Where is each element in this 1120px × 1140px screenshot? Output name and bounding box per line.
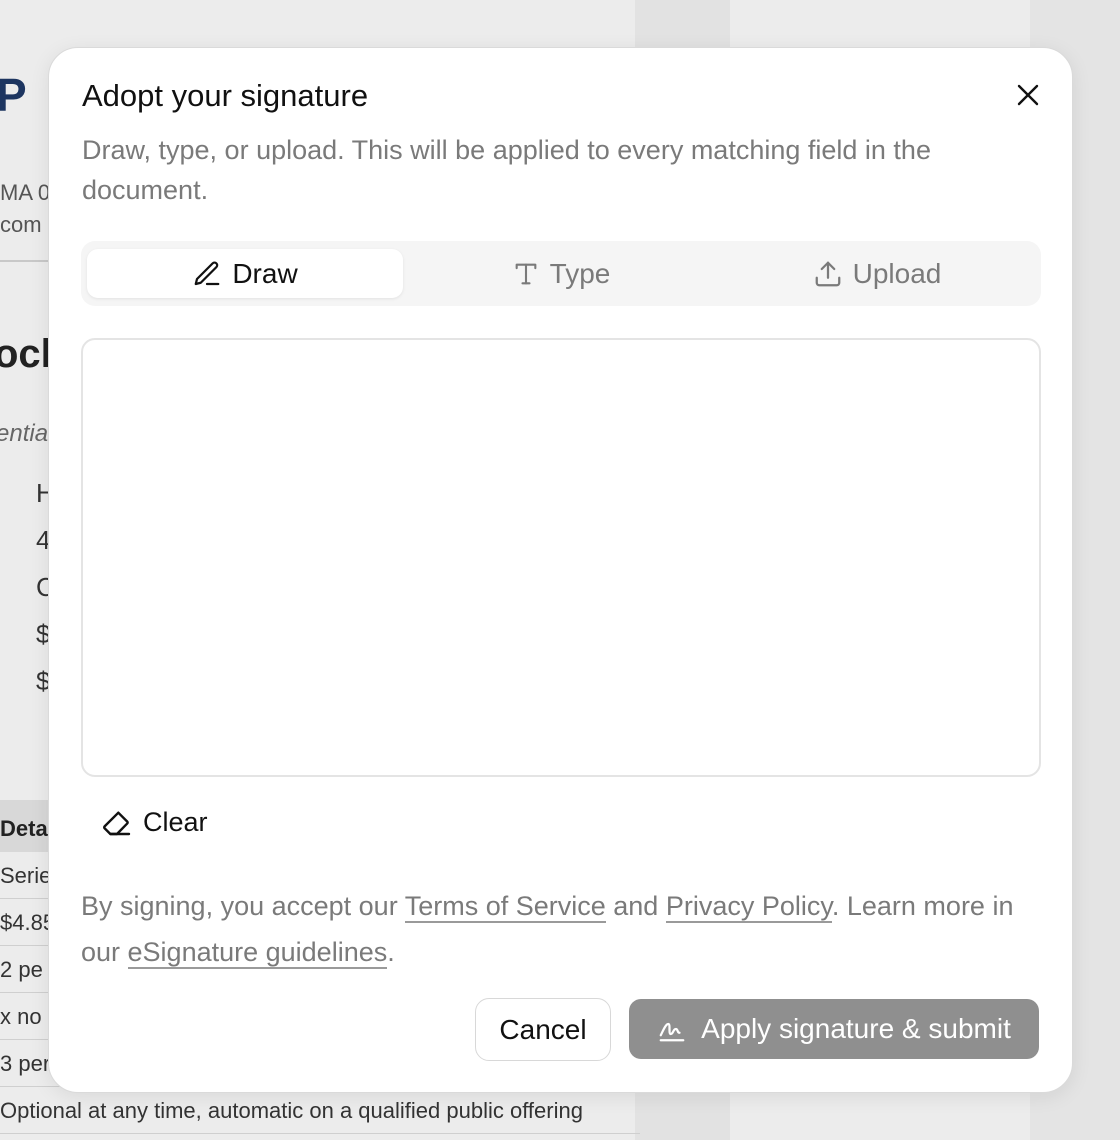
pen-icon <box>194 260 220 285</box>
legal-notice: By signing, you accept our Terms of Serv… <box>81 883 1051 975</box>
tab-upload-label: Upload <box>852 257 942 289</box>
background-logo: P <box>0 69 27 121</box>
tab-type[interactable]: Type <box>403 249 719 298</box>
background-address-line: com <box>0 212 42 237</box>
tab-upload[interactable]: Upload <box>719 249 1035 298</box>
privacy-policy-link[interactable]: Privacy Policy <box>665 891 832 923</box>
clear-button[interactable]: Clear <box>101 800 208 844</box>
cancel-button[interactable]: Cancel <box>475 998 611 1061</box>
apply-label: Apply signature & submit <box>701 1013 1011 1044</box>
apply-signature-button[interactable]: Apply signature & submit <box>629 999 1039 1059</box>
tab-draw-label: Draw <box>232 257 298 289</box>
close-icon <box>1017 84 1039 106</box>
legal-suffix: . <box>387 937 395 967</box>
background-italic-text: entia <box>0 420 49 447</box>
upload-icon <box>815 261 840 286</box>
legal-prefix: By signing, you accept our <box>81 891 405 921</box>
text-icon <box>515 263 537 284</box>
signature-method-tabs: Draw Type Upload <box>81 241 1041 306</box>
table-row: Optional at any time, automatic on a qua… <box>0 1087 640 1134</box>
signature-icon <box>659 1022 685 1042</box>
tab-type-label: Type <box>549 257 611 289</box>
close-button[interactable] <box>1011 78 1045 112</box>
dialog-title: Adopt your signature <box>82 78 369 113</box>
cancel-label: Cancel <box>499 1013 587 1045</box>
esignature-guidelines-link[interactable]: eSignature guidelines <box>127 937 388 969</box>
signature-dialog: Adopt your signature Draw, type, or uplo… <box>48 47 1073 1093</box>
eraser-icon <box>103 811 131 836</box>
dialog-description: Draw, type, or upload. This will be appl… <box>82 135 931 205</box>
terms-of-service-link[interactable]: Terms of Service <box>404 891 606 923</box>
clear-label: Clear <box>143 806 208 837</box>
background-address-line: MA 0 <box>0 180 51 205</box>
legal-and: and <box>605 891 666 921</box>
tab-draw[interactable]: Draw <box>87 249 403 298</box>
signature-drawing-canvas[interactable] <box>81 338 1041 777</box>
